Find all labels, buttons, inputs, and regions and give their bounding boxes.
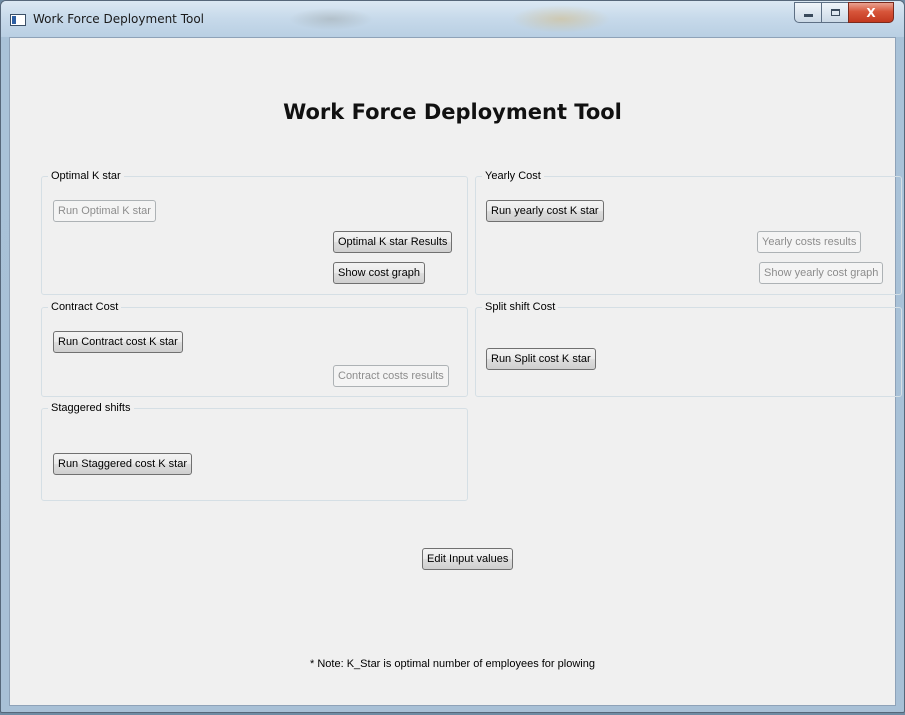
close-icon: X [866, 5, 876, 20]
group-contract-cost-label: Contract Cost [51, 301, 119, 313]
title-bar[interactable]: Work Force Deployment Tool X [1, 1, 904, 37]
group-yearly-cost-label: Yearly Cost [485, 170, 541, 182]
run-yearly-cost-k-star-button[interactable]: Run yearly cost K star [486, 200, 604, 222]
show-yearly-cost-graph-button[interactable]: Show yearly cost graph [759, 262, 884, 284]
minimize-icon [803, 14, 813, 17]
window-title: Work Force Deployment Tool [33, 12, 205, 26]
show-cost-graph-button[interactable]: Show cost graph [333, 262, 425, 284]
optimal-k-star-results-button[interactable]: Optimal K star Results [333, 231, 453, 253]
group-split-shift-cost-label: Split shift Cost [485, 301, 556, 313]
maximize-button[interactable] [821, 2, 848, 23]
minimize-button[interactable] [794, 2, 821, 23]
contract-costs-results-button[interactable]: Contract costs results [333, 365, 449, 387]
app-window-icon[interactable] [10, 14, 26, 26]
maximize-icon [830, 9, 840, 16]
app-window: Work Force Deployment Tool X Work Force … [0, 0, 905, 713]
run-optimal-k-star-button[interactable]: Run Optimal K star [53, 200, 156, 222]
close-button[interactable]: X [848, 2, 894, 23]
run-split-cost-k-star-button[interactable]: Run Split cost K star [486, 348, 596, 370]
group-staggered-shifts: Staggered shifts [41, 402, 468, 501]
edit-input-values-button[interactable]: Edit Input values [422, 548, 514, 570]
run-contract-cost-k-star-button[interactable]: Run Contract cost K star [53, 331, 183, 353]
window-controls: X [794, 2, 894, 24]
yearly-costs-results-button[interactable]: Yearly costs results [757, 231, 862, 253]
run-staggered-cost-k-star-button[interactable]: Run Staggered cost K star [53, 453, 193, 475]
footnote: * Note: K_Star is optimal number of empl… [310, 658, 595, 670]
group-staggered-shifts-label: Staggered shifts [51, 402, 131, 414]
main-panel: Work Force Deployment Tool Optimal K sta… [9, 37, 902, 706]
group-optimal-k-star-label: Optimal K star [51, 170, 121, 182]
page-title: Work Force Deployment Tool [283, 100, 622, 124]
